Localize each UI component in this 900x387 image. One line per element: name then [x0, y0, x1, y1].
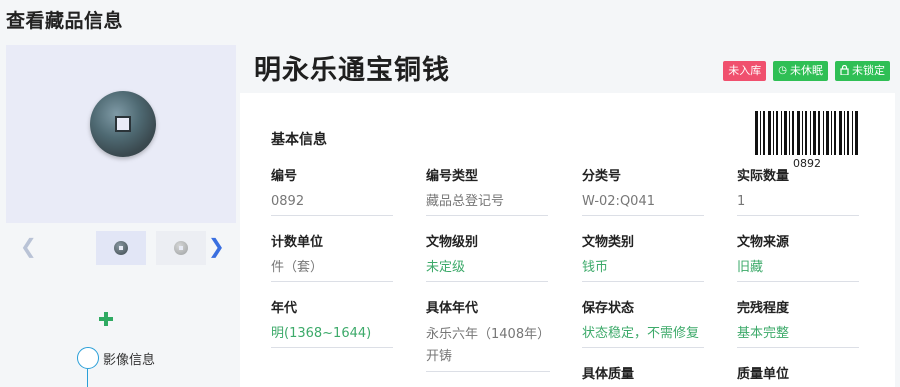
detail-card: 基本信息 0892 编号 0892 编号类型 藏品总登记号 分类号 W-02:Q…	[240, 93, 895, 387]
field-mass-unit: 质量单位	[737, 367, 790, 382]
status-badge-not-stored: 未入库	[723, 61, 767, 81]
field-specific-era: 具体年代 永乐六年（1408年）开铸	[426, 297, 550, 372]
main-relic-image[interactable]	[6, 45, 236, 223]
lock-icon	[840, 64, 849, 78]
status-badges: 未入库 ◷ 未休眠 未锁定	[723, 61, 890, 81]
field-count-unit: 计数单位 件（套）	[271, 231, 393, 282]
field-era: 年代 明(1368~1644)	[271, 297, 393, 348]
field-number-type: 编号类型 藏品总登记号	[426, 165, 548, 216]
plus-icon[interactable]	[99, 312, 113, 326]
section-title-basic-info: 基本信息	[271, 132, 327, 148]
status-badge-not-dormant: ◷ 未休眠	[773, 61, 828, 81]
page-title: 查看藏品信息	[6, 10, 124, 32]
field-relic-grade: 文物级别 未定级	[426, 231, 548, 282]
thumbnail-2[interactable]	[156, 231, 206, 265]
field-classification-number: 分类号 W-02:Q041	[582, 165, 704, 216]
chevron-left-icon[interactable]: ❮	[20, 235, 37, 257]
field-relic-category: 文物类别 钱币	[582, 231, 704, 282]
relic-title: 明永乐通宝铜钱	[254, 55, 450, 86]
timeline-line	[87, 369, 88, 387]
left-panel: ❮ ❯ 影像信息	[0, 44, 240, 387]
timeline-node[interactable]	[77, 347, 99, 369]
clock-icon: ◷	[778, 65, 787, 76]
status-badge-not-locked: 未锁定	[835, 61, 890, 81]
field-relic-source: 文物来源 旧藏	[737, 231, 859, 282]
field-completeness: 完残程度 基本完整	[737, 297, 859, 348]
field-number: 编号 0892	[271, 165, 393, 216]
timeline-label-image-info[interactable]: 影像信息	[103, 349, 155, 368]
field-specific-mass: 具体质量	[582, 367, 635, 382]
thumbnail-1[interactable]	[96, 231, 146, 265]
barcode	[755, 111, 858, 155]
chevron-right-icon[interactable]: ❯	[208, 235, 225, 257]
coin-image	[90, 91, 156, 157]
field-preservation-state: 保存状态 状态稳定，不需修复	[582, 297, 704, 348]
thumbnail-carousel: ❮ ❯	[6, 230, 236, 265]
field-actual-quantity: 实际数量 1	[737, 165, 859, 216]
